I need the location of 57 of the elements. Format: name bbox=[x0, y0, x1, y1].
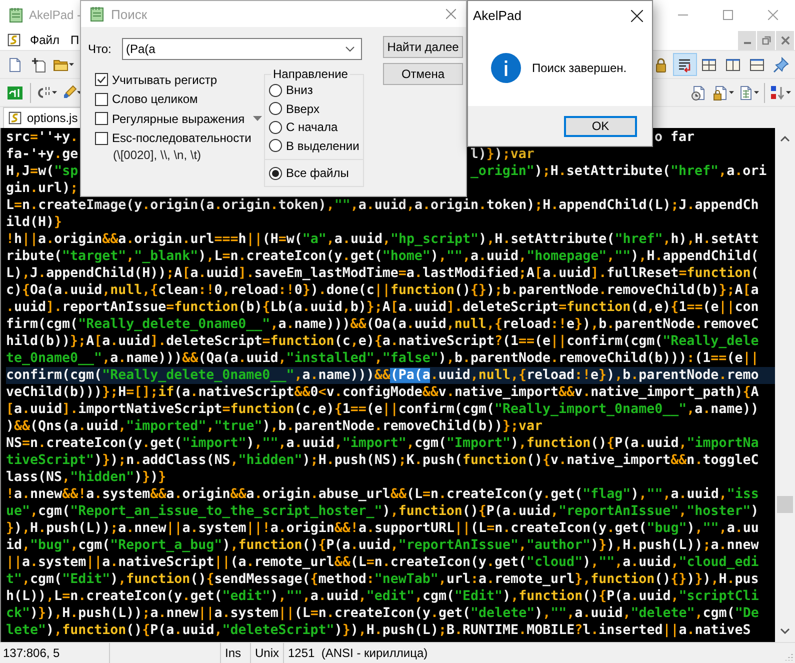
encoding: 1251 (ANSI - кириллица) bbox=[287, 645, 429, 662]
checkbox-label: Регулярные выражения bbox=[112, 112, 245, 126]
code-line: L),J.appendChild(H));A[a.uuid].saveEm_lastModTime=a.lastModified;A[a.uuid].fullReset=function( bbox=[6, 265, 760, 282]
code-line: }),H.push(L));a.nnew||a.system||!a.origin&&!a.supportURL||(L=n.createIcon(y.get("bug"),"",a.uu bbox=[6, 520, 760, 537]
code-line: te_0name0__",a.name)))&&(Qa(a.uuid,"installed","false"),b.parentNode.removeChild(b))):(1==(e|| bbox=[6, 350, 760, 367]
code-line: ild(H)} bbox=[6, 214, 64, 231]
cursor-position: 137:806, 5 bbox=[0, 643, 110, 663]
code-line: .uuid].reportAnIssue=function(b){Lb(a.uuid,b)};A[a.uuid].deleteScript=function(d,e){1==(e||con bbox=[6, 299, 760, 316]
code-line: o far bbox=[654, 129, 694, 146]
code-line: ribute("target","_blank"),L=n.createIcon(y.get("home"),"",a.uuid,"homepage",""),H.appendChild( bbox=[6, 248, 760, 265]
search-combo-box[interactable]: (Pa(a bbox=[122, 38, 362, 60]
checkbox-label: Учитывать регистр bbox=[112, 72, 218, 87]
code-line: hild(b))};A[a.uuid].deleteScript=function(c,e){a.nativeScript?(1==(e||confirm(cgm("Really_dele bbox=[6, 333, 760, 350]
code-line: H,J=w("sp bbox=[6, 163, 78, 180]
dialog-button[interactable]: Найти далее bbox=[383, 36, 463, 58]
ok-button[interactable]: OK bbox=[564, 116, 637, 136]
menu-item[interactable]: П bbox=[64, 31, 82, 49]
code-line: ck")}),H.push(L));a.nnew||a.system||(L=n.createIcon(y.get("delete"),"",a.uuid,"delete",cgm("De bbox=[6, 605, 760, 622]
code-line: L=n.createImage(y.origin(a.origin.token),"",a.uuid,a.origin.token);H.appendChild(L);J.appendCh bbox=[6, 197, 760, 214]
radio-label: С начала bbox=[286, 120, 338, 134]
radio-label: Вниз bbox=[286, 83, 313, 98]
group-title: Направление bbox=[272, 67, 349, 81]
code-line: fa-'+y.ge bbox=[6, 146, 78, 163]
dialog-title: AkelPad bbox=[473, 8, 522, 23]
code-line: )&&(Qns(a.uuid,"imported","true"),b.parentNode.removeChild(b))};var bbox=[6, 418, 544, 435]
line-ending: Unix bbox=[251, 643, 284, 663]
code-line: veChild(b)))};H=[];if(a.nativeScript&&0<v.configMode&&v.native_import&&v.native_import_path){A bbox=[6, 384, 760, 401]
radio-label: Вверх bbox=[286, 102, 320, 116]
code-line: t",cgm("Edit"),function(){sendMessage({method:"newTab",url:a.remote_url},function(){})}),H.pus bbox=[6, 571, 760, 588]
code-line: firm(cgm("Really_delete_0name0__",a.name)))&&(Oa(a.uuid,null,{reload:!e}),b.parentNode.removeC bbox=[6, 316, 760, 333]
code-line: lass(NS,"hidden")})} bbox=[6, 469, 168, 486]
dialog-button[interactable]: Отмена bbox=[383, 63, 463, 85]
dialog-title: Поиск bbox=[111, 6, 148, 22]
message-text: Поиск завершен. bbox=[532, 61, 627, 75]
code-line: ||a.system||a.nativeScript||(a.remote_url&&(L=n.createIcon(y.get("cloud"),"",a.uuid,"cloud_edi bbox=[6, 554, 760, 571]
code-line: NS=n.createIcon(y.get("import"),"",a.uuid,"import",cgm("Import"),function(){P(a.uuid,"importNa bbox=[6, 435, 760, 452]
code-line: ue",cgm("Report_an_issue_to_the_script_hoster_"),function(){P(a.uuid,"reportAnIssue","hoster") bbox=[6, 503, 760, 520]
hint-text: (\[0020], \\, \n, \t) bbox=[113, 148, 202, 162]
code-line: _origin");H.setAttribute("href",a.ori bbox=[470, 163, 767, 180]
code-line: l)});var bbox=[470, 146, 534, 163]
code-line: lete"),function(){P(a.uuid,"deleteScript")}),H.push(L);B.RUNTIME.MOBILE?l.inserted||a.nativeS bbox=[6, 622, 752, 639]
code-line: src=''+y. bbox=[6, 129, 78, 146]
radio-label: Все файлы bbox=[286, 166, 349, 180]
radio-label: В выделении bbox=[286, 138, 360, 153]
field-label: Что: bbox=[88, 42, 112, 56]
code-line: h(L)),L=n.createIcon(y.get("edit"),"",a.uuid,"edit",cgm("Edit"),function(){P(a.uuid,"scriptCli bbox=[6, 588, 760, 605]
code-line: tiveScript")});n.addClass(NS,"hidden");H.push(NS);K.push(function(){v.native_import&&n.toggleC bbox=[6, 452, 760, 469]
checkbox-label: Esc-последовательности bbox=[112, 131, 252, 146]
code-line: c){Oa(a.uuid,null,{clean:!0,reload:!0}).done(c||function(){});b.parentNode.removeChild(b)};A[a bbox=[6, 282, 760, 299]
code-line: !h||a.origin&&a.origin.url===h||(H=w("a",a.uuid,"hp_script"),H.setAttribute("href",h),H.setAtt bbox=[6, 231, 760, 248]
checkbox-label: Слово целиком bbox=[112, 92, 198, 106]
code-line: [a.uuid].importNativeScript=function(c,e){1==(e||confirm(cgm("Really_import_0name0__",a.name)) bbox=[6, 401, 760, 418]
menu-item[interactable]: Файл bbox=[25, 31, 65, 49]
code-line: gin.url); bbox=[6, 180, 78, 197]
insert-mode: Ins bbox=[221, 643, 251, 663]
code-line: !a.nnew&&!a.system&&a.origin&&a.origin.abuse_url&&(L=n.createIcon(y.get("flag"),"",a.uuid,"iss bbox=[6, 486, 760, 503]
code-line: id,"bug",cgm("Report_a_bug"),function(){P(a.uuid,"reportAnIssue","author")}),H.push(L));a.nnew bbox=[6, 537, 760, 554]
